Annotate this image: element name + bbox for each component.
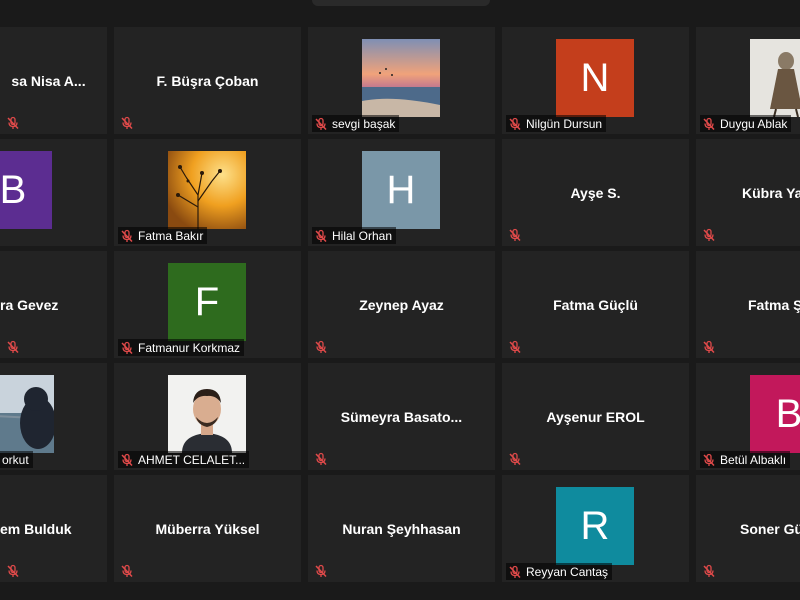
- participant-tile[interactable]: ra Gevez: [0, 251, 107, 358]
- mic-muted-icon: [702, 117, 716, 131]
- participant-tile[interactable]: B: [0, 139, 107, 246]
- participant-name: Hilal Orhan: [332, 228, 393, 243]
- participant-name: Zeynep Ayaz: [359, 296, 444, 313]
- participant-name: Nuran Şeyhhasan: [342, 520, 461, 537]
- participant-tile[interactable]: sa Nisa A...: [0, 27, 107, 134]
- mic-muted-icon: [314, 229, 328, 243]
- mic-muted-icon: [314, 452, 328, 466]
- participant-tile[interactable]: Zeynep Ayaz: [308, 251, 495, 358]
- participant-tile[interactable]: Duygu Ablak: [696, 27, 800, 134]
- participant-name: Duygu Ablak: [720, 116, 788, 131]
- participant-photo-tree: [168, 151, 246, 229]
- participant-photo-man: [168, 375, 246, 453]
- participant-name: AHMET CELALET...: [138, 452, 246, 467]
- participant-name: Sümeyra Basato...: [340, 408, 463, 425]
- mic-muted-icon: [702, 228, 716, 242]
- participant-tile[interactable]: Fatma Ş: [696, 251, 800, 358]
- mic-muted-icon: [508, 565, 522, 579]
- participant-name: orkut: [2, 452, 29, 467]
- participant-tile[interactable]: F Fatmanur Korkmaz: [114, 251, 301, 358]
- participant-caption: sevgi başak: [312, 115, 400, 132]
- participant-photo-figure: [750, 39, 800, 117]
- mic-muted-icon: [702, 340, 716, 354]
- participant-initial-avatar: B: [750, 375, 800, 453]
- mic-muted-icon: [702, 564, 716, 578]
- mic-muted-icon: [314, 564, 328, 578]
- participant-photo-sea: [0, 375, 54, 453]
- participant-name: Soner Gü: [740, 520, 800, 537]
- mic-muted-icon: [508, 340, 522, 354]
- participant-name: Ayşenur EROL: [546, 408, 645, 425]
- participant-tile[interactable]: AHMET CELALET...: [114, 363, 301, 470]
- participant-name: Kübra Ya: [742, 184, 800, 201]
- participant-name: Fatma Ş: [748, 296, 800, 313]
- mic-muted-icon: [120, 341, 134, 355]
- participant-photo-sunset: [362, 39, 440, 117]
- mic-muted-icon: [314, 117, 328, 131]
- participant-initial-avatar: B: [0, 151, 52, 229]
- mic-muted-icon: [6, 564, 20, 578]
- mic-muted-icon: [120, 116, 134, 130]
- participant-tile[interactable]: Fatma Bakır: [114, 139, 301, 246]
- participant-name: F. Büşra Çoban: [156, 72, 259, 89]
- participant-tile[interactable]: orkut: [0, 363, 107, 470]
- participant-initial-avatar: R: [556, 487, 634, 565]
- participant-caption: AHMET CELALET...: [118, 451, 250, 468]
- participant-caption: Fatmanur Korkmaz: [118, 339, 245, 356]
- participant-name: Müberra Yüksel: [155, 520, 260, 537]
- meeting-toolbar-handle[interactable]: [312, 0, 490, 6]
- participant-initial-avatar: H: [362, 151, 440, 229]
- participant-tile[interactable]: Ayşe S.: [502, 139, 689, 246]
- participant-tile[interactable]: Sümeyra Basato...: [308, 363, 495, 470]
- mic-muted-icon: [314, 340, 328, 354]
- participant-name: ra Gevez: [0, 296, 59, 313]
- participant-caption: Reyyan Cantaş: [506, 563, 613, 580]
- participant-name: Ayşe S.: [570, 184, 621, 201]
- participant-name: sa Nisa A...: [11, 72, 86, 89]
- participant-tile[interactable]: H Hilal Orhan: [308, 139, 495, 246]
- participant-name: em Bulduk: [0, 520, 72, 537]
- participant-tile[interactable]: Ayşenur EROL: [502, 363, 689, 470]
- mic-muted-icon: [6, 340, 20, 354]
- participant-tile[interactable]: R Reyyan Cantaş: [502, 475, 689, 582]
- participant-tile[interactable]: N Nilgün Dursun: [502, 27, 689, 134]
- participant-caption: Hilal Orhan: [312, 227, 397, 244]
- mic-muted-icon: [702, 453, 716, 467]
- participant-name: Reyyan Cantaş: [526, 564, 609, 579]
- participant-name: Fatma Bakır: [138, 228, 204, 243]
- mic-muted-icon: [508, 452, 522, 466]
- participant-caption: orkut: [0, 451, 33, 468]
- participant-caption: Nilgün Dursun: [506, 115, 607, 132]
- participant-caption: Betül Albaklı: [700, 451, 791, 468]
- participant-caption: Duygu Ablak: [700, 115, 792, 132]
- participant-tile[interactable]: Nuran Şeyhhasan: [308, 475, 495, 582]
- participant-tile[interactable]: Kübra Ya: [696, 139, 800, 246]
- mic-muted-icon: [120, 229, 134, 243]
- participant-tile[interactable]: Fatma Güçlü: [502, 251, 689, 358]
- mic-muted-icon: [508, 228, 522, 242]
- participant-tile[interactable]: sevgi başak: [308, 27, 495, 134]
- participant-initial-avatar: F: [168, 263, 246, 341]
- participant-name: Fatmanur Korkmaz: [138, 340, 241, 355]
- participant-name: Betül Albaklı: [720, 452, 787, 467]
- mic-muted-icon: [6, 116, 20, 130]
- participant-tile[interactable]: F. Büşra Çoban: [114, 27, 301, 134]
- participant-initial-avatar: N: [556, 39, 634, 117]
- participant-name: Nilgün Dursun: [526, 116, 603, 131]
- participant-name: Fatma Güçlü: [553, 296, 638, 313]
- participant-tile[interactable]: B Betül Albaklı: [696, 363, 800, 470]
- mic-muted-icon: [120, 453, 134, 467]
- mic-muted-icon: [120, 564, 134, 578]
- participant-tile[interactable]: em Bulduk: [0, 475, 107, 582]
- mic-muted-icon: [508, 117, 522, 131]
- participant-tile[interactable]: Müberra Yüksel: [114, 475, 301, 582]
- participant-tile[interactable]: Soner Gü: [696, 475, 800, 582]
- participant-name: sevgi başak: [332, 116, 396, 131]
- participant-caption: Fatma Bakır: [118, 227, 208, 244]
